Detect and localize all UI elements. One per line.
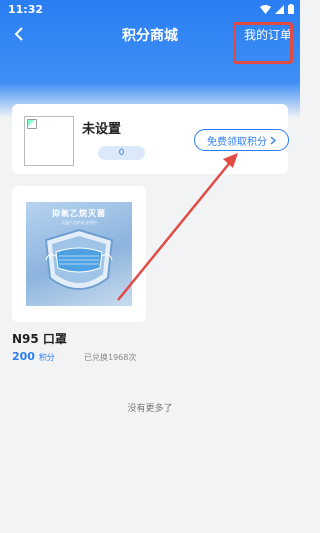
no-more-text: 没有更多了: [127, 404, 173, 414]
signal-icon: [275, 4, 284, 14]
status-bar: 11:32: [0, 0, 300, 20]
status-time: 11:32: [8, 3, 44, 16]
wifi-icon: [260, 4, 271, 14]
broken-image-icon: [27, 119, 37, 129]
product-price: 200 积分: [12, 350, 55, 363]
points-balance-badge: 0: [98, 146, 145, 160]
product-redeem-count: 已兑换1968次: [84, 353, 137, 362]
avatar[interactable]: [24, 116, 74, 166]
earn-points-button[interactable]: 免费领取积分: [194, 129, 289, 151]
product-price-value: 200: [12, 350, 35, 363]
product-price-unit: 积分: [38, 353, 55, 362]
earn-points-label: 免费领取积分: [207, 136, 267, 148]
mask-illustration: [44, 228, 114, 290]
user-name: 未设置: [82, 122, 122, 137]
status-icons: [260, 4, 294, 14]
product-image: 抑氧乙烷灭菌 无菌产品的安全保护: [26, 202, 132, 306]
user-card: 未设置 0 免费领取积分: [12, 104, 289, 174]
product-name[interactable]: N95 口罩: [12, 330, 67, 347]
annotation-highlight-box: [233, 22, 293, 64]
battery-icon: [288, 4, 294, 14]
chevron-right-icon: [270, 136, 276, 144]
product-card[interactable]: 抑氧乙烷灭菌 无菌产品的安全保护: [12, 186, 146, 322]
